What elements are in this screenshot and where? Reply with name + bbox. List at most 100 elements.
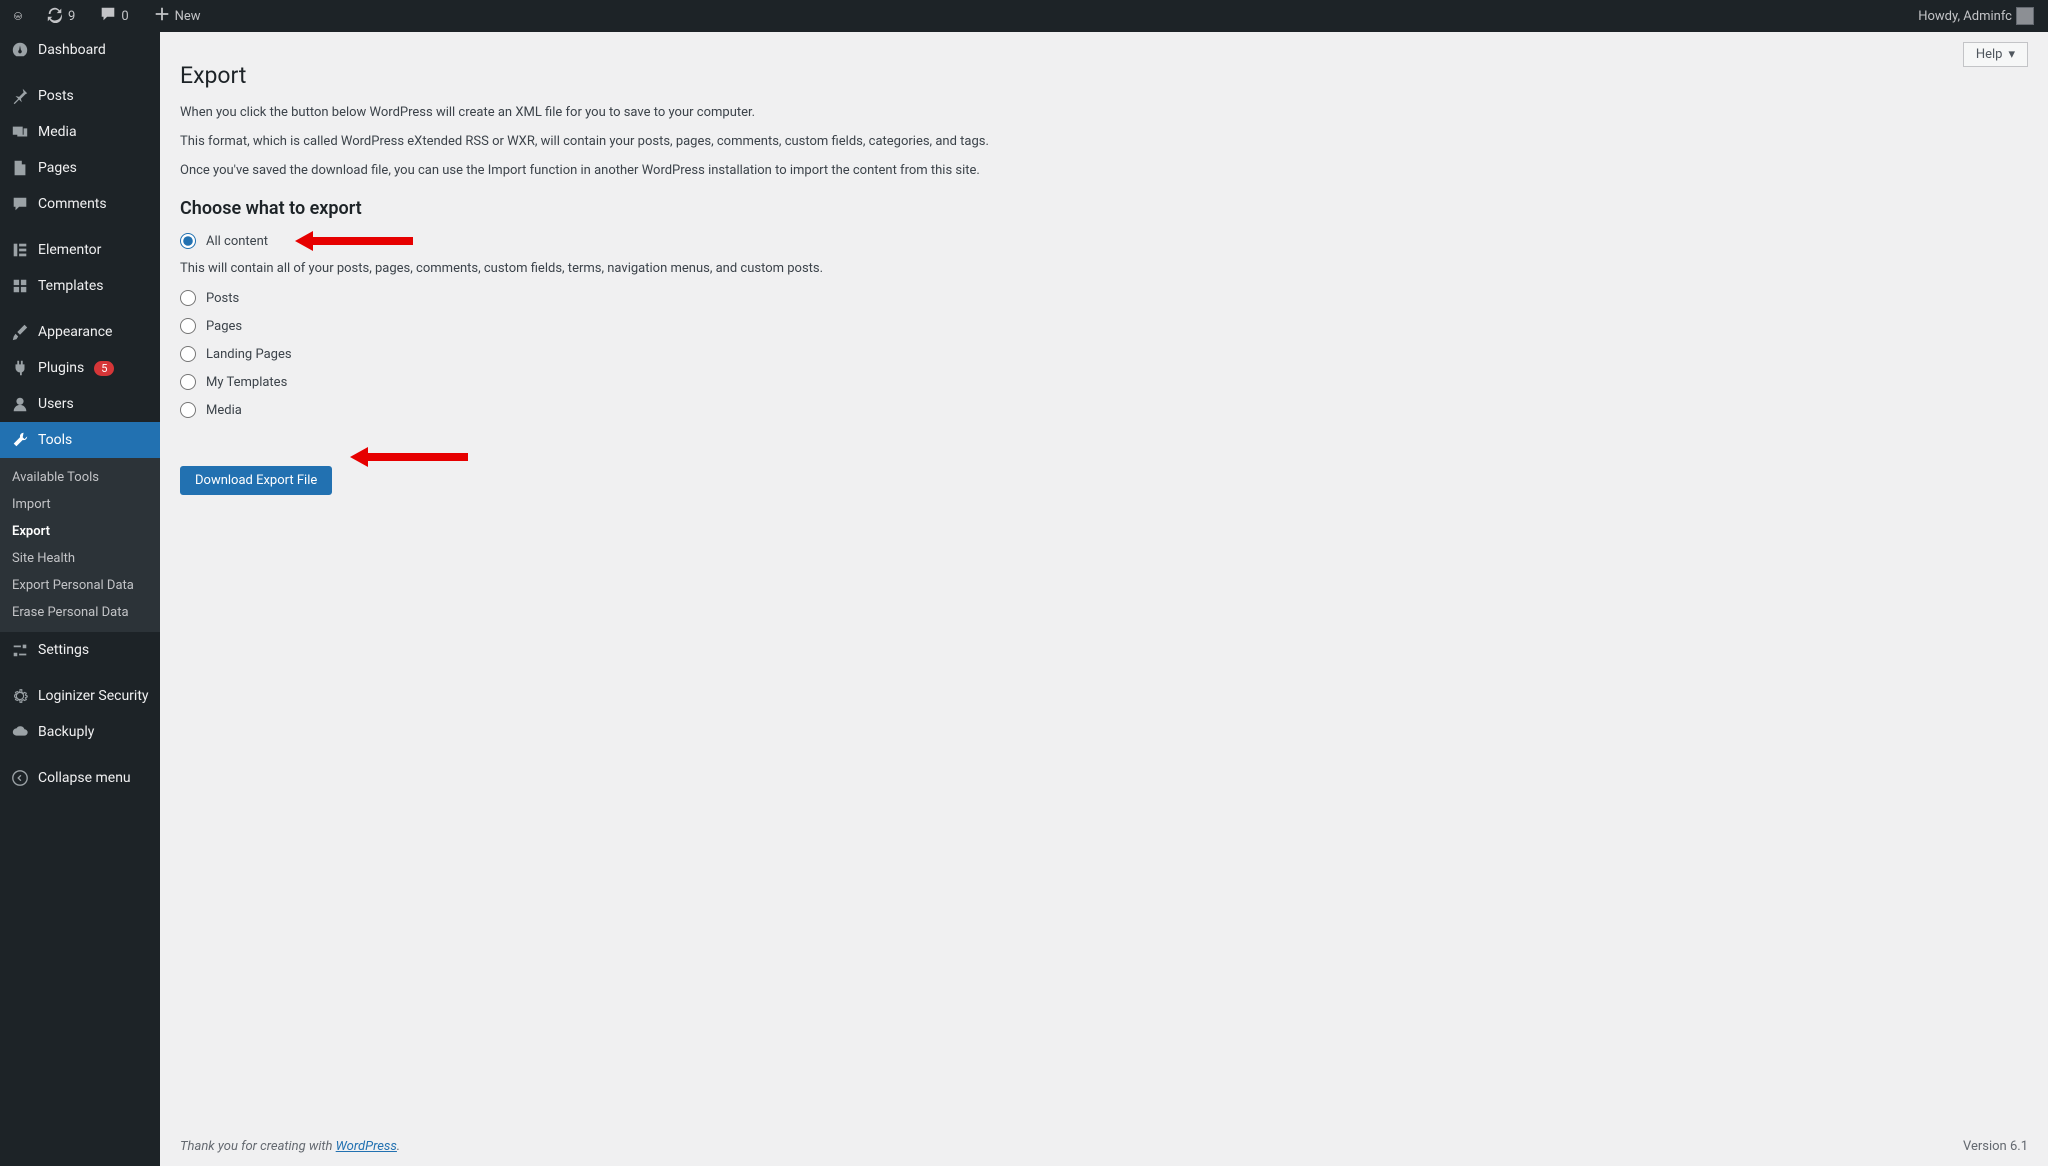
radio-label[interactable]: Media bbox=[206, 403, 242, 418]
radio-my-templates[interactable] bbox=[180, 374, 196, 390]
radio-label[interactable]: Pages bbox=[206, 319, 242, 334]
sidebar-item-label: Pages bbox=[38, 160, 77, 176]
sidebar-item-posts[interactable]: Posts bbox=[0, 78, 160, 114]
comments-item[interactable]: 0 bbox=[93, 5, 134, 27]
radio-posts[interactable] bbox=[180, 290, 196, 306]
sidebar-item-label: Elementor bbox=[38, 242, 101, 258]
all-content-hint: This will contain all of your posts, pag… bbox=[180, 261, 1080, 276]
annotation-arrow bbox=[350, 452, 468, 462]
sidebar-item-plugins[interactable]: Plugins 5 bbox=[0, 350, 160, 386]
cloud-icon bbox=[10, 722, 30, 742]
footer-prefix: Thank you for creating with bbox=[180, 1139, 336, 1154]
tools-submenu: Available Tools Import Export Site Healt… bbox=[0, 458, 160, 632]
comment-icon bbox=[99, 5, 117, 27]
help-label: Help bbox=[1976, 47, 2003, 62]
submenu-import[interactable]: Import bbox=[0, 491, 160, 518]
sidebar-item-label: Settings bbox=[38, 642, 89, 658]
sliders-icon bbox=[10, 640, 30, 660]
avatar bbox=[2016, 7, 2034, 25]
radio-label[interactable]: Posts bbox=[206, 291, 239, 306]
sidebar-item-label: Media bbox=[38, 124, 77, 140]
gear-icon bbox=[10, 686, 30, 706]
option-media: Media bbox=[180, 402, 2028, 418]
sidebar-item-appearance[interactable]: Appearance bbox=[0, 314, 160, 350]
sidebar-item-collapse[interactable]: Collapse menu bbox=[0, 760, 160, 796]
intro-paragraph-2: This format, which is called WordPress e… bbox=[180, 134, 1080, 149]
wp-logo-icon[interactable] bbox=[8, 6, 28, 26]
admin-sidebar: Dashboard Posts Media Pages Comments Ele… bbox=[0, 32, 160, 1166]
sidebar-item-tools[interactable]: Tools bbox=[0, 422, 160, 458]
content-area: Help ▾ Export When you click the button … bbox=[160, 32, 2048, 1166]
submenu-available-tools[interactable]: Available Tools bbox=[0, 464, 160, 491]
sidebar-item-pages[interactable]: Pages bbox=[0, 150, 160, 186]
elementor-icon bbox=[10, 240, 30, 260]
updates-count: 9 bbox=[68, 9, 75, 24]
collapse-icon bbox=[10, 768, 30, 788]
greeting-text: Howdy, Adminfc bbox=[1918, 9, 2012, 24]
new-label: New bbox=[175, 9, 201, 24]
submenu-export-personal-data[interactable]: Export Personal Data bbox=[0, 572, 160, 599]
version-text: Version 6.1 bbox=[1963, 1139, 2028, 1154]
download-export-button[interactable]: Download Export File bbox=[180, 466, 332, 495]
update-icon bbox=[46, 5, 64, 27]
option-landing-pages: Landing Pages bbox=[180, 346, 2028, 362]
admin-footer: Thank you for creating with WordPress. V… bbox=[160, 1127, 2048, 1166]
sidebar-item-label: Posts bbox=[38, 88, 74, 104]
greeting[interactable]: Howdy, Adminfc bbox=[1912, 7, 2040, 25]
sidebar-item-label: Tools bbox=[38, 432, 72, 448]
templates-icon bbox=[10, 276, 30, 296]
sidebar-item-label: Templates bbox=[38, 278, 104, 294]
sidebar-item-label: Dashboard bbox=[38, 42, 106, 58]
intro-paragraph-1: When you click the button below WordPres… bbox=[180, 105, 1080, 120]
chevron-down-icon: ▾ bbox=[2008, 47, 2015, 62]
updates-item[interactable]: 9 bbox=[40, 5, 81, 27]
sidebar-item-comments[interactable]: Comments bbox=[0, 186, 160, 222]
radio-landing-pages[interactable] bbox=[180, 346, 196, 362]
wrench-icon bbox=[10, 430, 30, 450]
sidebar-item-media[interactable]: Media bbox=[0, 114, 160, 150]
footer-suffix: . bbox=[397, 1139, 400, 1154]
comments-icon bbox=[10, 194, 30, 214]
media-icon bbox=[10, 122, 30, 142]
option-my-templates: My Templates bbox=[180, 374, 2028, 390]
radio-label[interactable]: Landing Pages bbox=[206, 347, 292, 362]
admin-top-bar: 9 0 New Howdy, Adminfc bbox=[0, 0, 2048, 32]
sidebar-item-templates[interactable]: Templates bbox=[0, 268, 160, 304]
sidebar-item-loginizer[interactable]: Loginizer Security bbox=[0, 678, 160, 714]
intro-paragraph-3: Once you've saved the download file, you… bbox=[180, 163, 1080, 178]
new-item[interactable]: New bbox=[147, 5, 207, 27]
sidebar-item-label: Backuply bbox=[38, 724, 94, 740]
radio-media[interactable] bbox=[180, 402, 196, 418]
sidebar-item-label: Loginizer Security bbox=[38, 688, 149, 704]
radio-pages[interactable] bbox=[180, 318, 196, 334]
sidebar-item-label: Collapse menu bbox=[38, 770, 131, 786]
pin-icon bbox=[10, 86, 30, 106]
radio-label[interactable]: My Templates bbox=[206, 375, 287, 390]
help-tab[interactable]: Help ▾ bbox=[1963, 42, 2028, 67]
footer-wordpress-link[interactable]: WordPress bbox=[336, 1139, 397, 1154]
plus-icon bbox=[153, 5, 171, 27]
choose-heading: Choose what to export bbox=[180, 198, 2028, 219]
page-icon bbox=[10, 158, 30, 178]
submenu-export[interactable]: Export bbox=[0, 518, 160, 545]
sidebar-item-label: Users bbox=[38, 396, 74, 412]
annotation-arrow bbox=[295, 236, 413, 246]
dashboard-icon bbox=[10, 40, 30, 60]
sidebar-item-elementor[interactable]: Elementor bbox=[0, 232, 160, 268]
comments-count: 0 bbox=[121, 9, 128, 24]
sidebar-item-settings[interactable]: Settings bbox=[0, 632, 160, 668]
sidebar-item-label: Comments bbox=[38, 196, 107, 212]
page-title: Export bbox=[180, 62, 2028, 89]
plugins-badge: 5 bbox=[94, 361, 114, 376]
radio-all-content[interactable] bbox=[180, 233, 196, 249]
user-icon bbox=[10, 394, 30, 414]
option-pages: Pages bbox=[180, 318, 2028, 334]
sidebar-item-dashboard[interactable]: Dashboard bbox=[0, 32, 160, 68]
sidebar-item-backuply[interactable]: Backuply bbox=[0, 714, 160, 750]
brush-icon bbox=[10, 322, 30, 342]
submenu-site-health[interactable]: Site Health bbox=[0, 545, 160, 572]
sidebar-item-users[interactable]: Users bbox=[0, 386, 160, 422]
radio-label[interactable]: All content bbox=[206, 234, 268, 249]
sidebar-item-label: Appearance bbox=[38, 324, 112, 340]
submenu-erase-personal-data[interactable]: Erase Personal Data bbox=[0, 599, 160, 626]
